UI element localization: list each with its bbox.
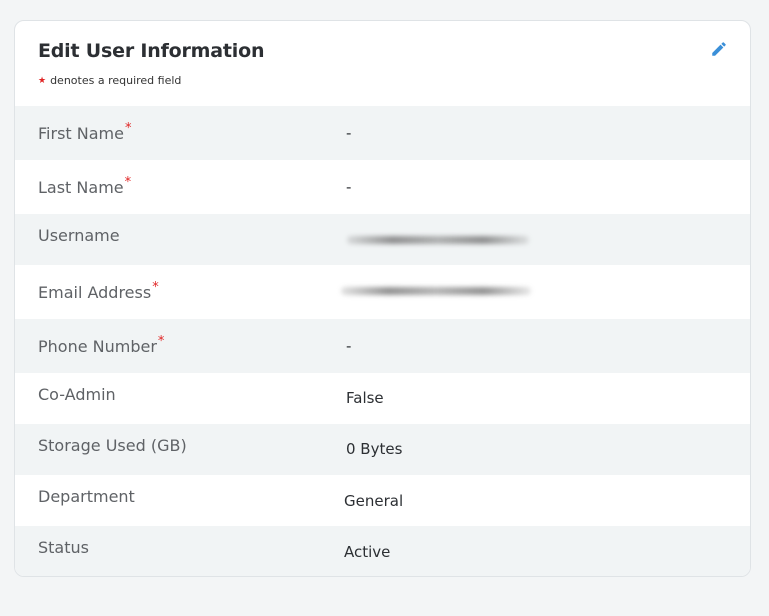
field-value: - [346, 337, 352, 355]
user-info-card: Edit User Information ★ denotes a requir… [14, 20, 751, 577]
field-row-phone: Phone Number* - [15, 319, 750, 373]
field-value: Active [344, 543, 391, 561]
field-value: 0 Bytes [346, 440, 403, 458]
pencil-icon [712, 42, 726, 56]
required-asterisk: * [152, 279, 159, 295]
field-label: Storage Used (GB) [38, 436, 187, 455]
field-row-username: Username [15, 214, 750, 265]
required-note-text: denotes a required field [50, 74, 182, 87]
field-label: Department [38, 487, 135, 506]
field-row-co-admin: Co-Admin False [15, 373, 750, 424]
field-label: Email Address* [38, 279, 159, 302]
field-row-email: Email Address* [15, 265, 750, 319]
redacted-value [347, 236, 529, 244]
field-row-department: Department General [15, 475, 750, 526]
required-star-icon: ★ [38, 75, 47, 86]
field-row-storage: Storage Used (GB) 0 Bytes [15, 424, 750, 475]
field-value: General [344, 492, 404, 510]
field-row-last-name: Last Name* - [15, 160, 750, 214]
field-value: False [346, 389, 384, 407]
required-asterisk: * [124, 120, 132, 136]
card-title: Edit User Information [38, 40, 265, 62]
field-label: First Name* [38, 120, 132, 143]
field-label: Phone Number* [38, 333, 165, 356]
field-list: First Name* - Last Name* - Username Emai… [15, 106, 750, 576]
redacted-value [341, 287, 531, 295]
edit-button[interactable] [708, 38, 730, 60]
card-header: Edit User Information ★ denotes a requir… [15, 21, 750, 106]
field-value: - [346, 178, 352, 196]
required-asterisk: * [157, 333, 165, 349]
field-label: Co-Admin [38, 385, 116, 404]
required-note: ★ denotes a required field [38, 74, 181, 87]
field-label: Username [38, 226, 120, 245]
field-row-status: Status Active [15, 526, 750, 576]
field-value: - [346, 124, 352, 142]
field-label: Last Name* [38, 174, 132, 197]
field-label: Status [38, 538, 89, 557]
field-row-first-name: First Name* - [15, 106, 750, 160]
required-asterisk: * [124, 174, 132, 190]
